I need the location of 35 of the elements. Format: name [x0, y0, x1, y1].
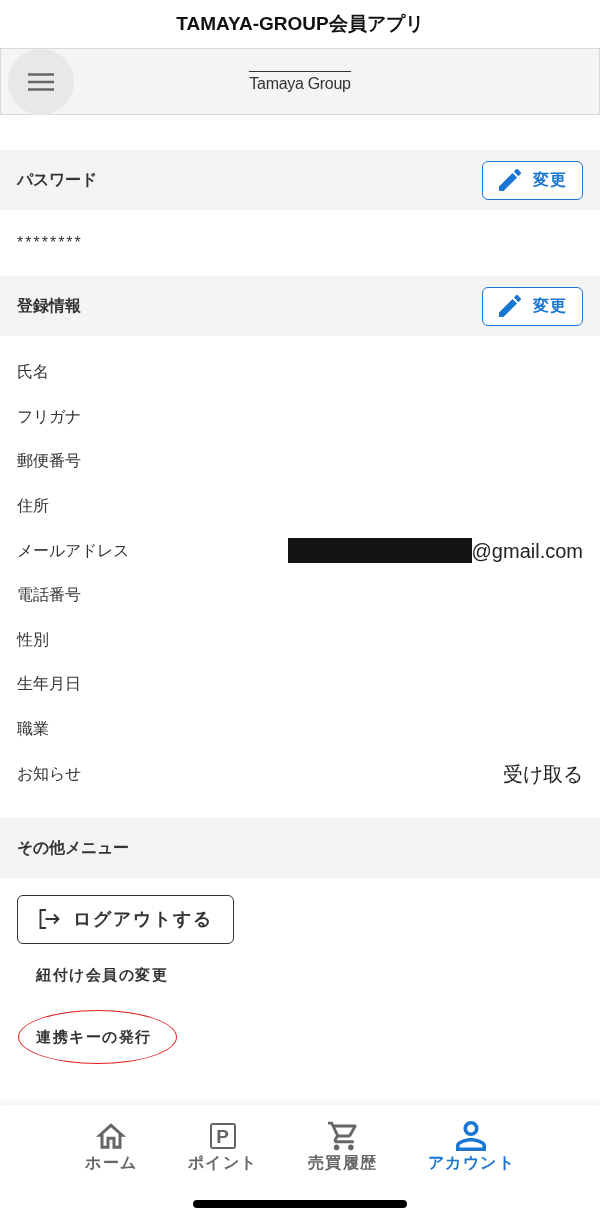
- field-value: 受け取る: [503, 761, 583, 787]
- person-icon: [456, 1121, 487, 1151]
- section-title: その他メニュー: [17, 837, 129, 858]
- field-label: メールアドレス: [17, 540, 129, 561]
- field-label: 氏名: [17, 362, 49, 383]
- logout-button[interactable]: ログアウトする: [17, 894, 234, 944]
- logo-text: Tamaya Group: [249, 71, 351, 93]
- cart-icon: [327, 1121, 358, 1151]
- edit-button[interactable]: 変更: [482, 160, 583, 200]
- field-label: フリガナ: [17, 406, 81, 427]
- menu-item[interactable]: 紐付け会員の変更: [36, 963, 168, 987]
- field-label: 電話番号: [17, 585, 81, 606]
- field-label: 性別: [17, 629, 49, 650]
- menu-icon: [28, 73, 54, 91]
- nav-tab[interactable]: 売買履歴: [307, 1121, 378, 1179]
- pencil-icon: [498, 295, 521, 317]
- field-label: 住所: [17, 496, 49, 517]
- field-value: @gmail.com: [471, 538, 583, 564]
- pencil-icon: [498, 169, 521, 191]
- p-box-icon: P: [209, 1123, 236, 1149]
- field-label: 生年月日: [17, 674, 81, 695]
- nav-tab[interactable]: ホーム: [85, 1121, 138, 1179]
- logout-icon: [37, 908, 61, 931]
- field-label: お知らせ: [17, 763, 81, 784]
- section-title: 登録情報: [17, 296, 81, 316]
- edit-button[interactable]: 変更: [482, 286, 583, 326]
- field-label: 郵便番号: [17, 451, 81, 472]
- field-label: 職業: [17, 719, 49, 740]
- home-icon: [96, 1121, 127, 1151]
- nav-tab[interactable]: アカウント: [427, 1121, 515, 1179]
- app-title: TAMAYA-GROUP会員アプリ: [176, 11, 424, 36]
- password-value: ********: [17, 233, 83, 253]
- nav-tab[interactable]: P ポイント: [187, 1121, 258, 1179]
- section-title: パスワード: [17, 170, 97, 190]
- menu-item[interactable]: 連携キーの発行: [36, 1025, 152, 1049]
